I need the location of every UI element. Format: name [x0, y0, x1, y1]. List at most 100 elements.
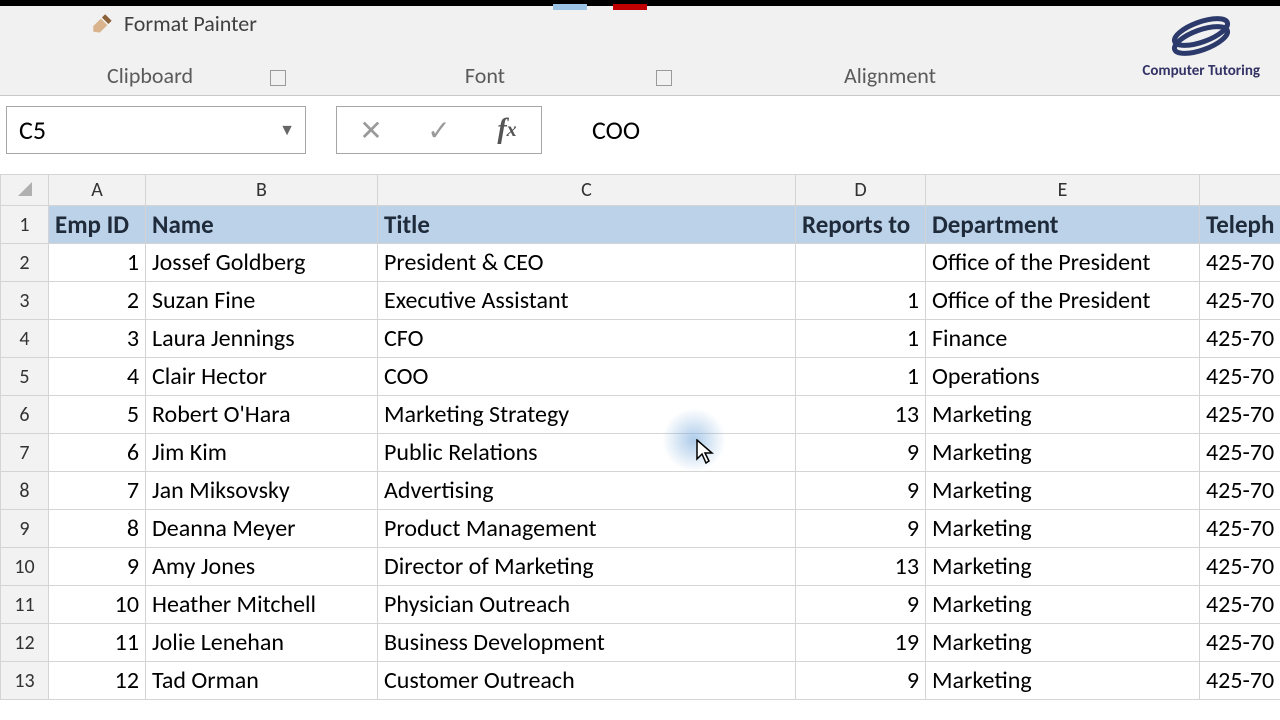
- cell-C4[interactable]: CFO: [378, 320, 796, 358]
- table-row[interactable]: 43Laura JenningsCFO1Finance425-70: [1, 320, 1280, 358]
- table-row[interactable]: 1110Heather MitchellPhysician Outreach9M…: [1, 586, 1280, 624]
- name-box[interactable]: C5 ▼: [6, 106, 306, 154]
- cell-C3[interactable]: Executive Assistant: [378, 282, 796, 320]
- cell-C13[interactable]: Customer Outreach: [378, 662, 796, 700]
- col-A-header[interactable]: A: [49, 175, 146, 206]
- clipboard-dialog-launcher-icon[interactable]: [270, 70, 286, 86]
- table-row[interactable]: 54Clair HectorCOO1Operations425-70: [1, 358, 1280, 396]
- cell-B10[interactable]: Amy Jones: [146, 548, 378, 586]
- table-row[interactable]: 21Jossef GoldbergPresident & CEO Office o…: [1, 244, 1280, 282]
- cell-B4[interactable]: Laura Jennings: [146, 320, 378, 358]
- cell-E7[interactable]: Marketing: [926, 434, 1200, 472]
- cell-F1[interactable]: Teleph: [1200, 206, 1280, 244]
- cell-E8[interactable]: Marketing: [926, 472, 1200, 510]
- cell-E9[interactable]: Marketing: [926, 510, 1200, 548]
- table-row[interactable]: 98Deanna MeyerProduct Management9Marketi…: [1, 510, 1280, 548]
- cell-F10[interactable]: 425-70: [1200, 548, 1280, 586]
- cell-D9[interactable]: 9: [796, 510, 926, 548]
- cell-E13[interactable]: Marketing: [926, 662, 1200, 700]
- cell-F11[interactable]: 425-70: [1200, 586, 1280, 624]
- cell-B9[interactable]: Deanna Meyer: [146, 510, 378, 548]
- row-3-header[interactable]: 3: [1, 282, 49, 320]
- cell-F3[interactable]: 425-70: [1200, 282, 1280, 320]
- col-D-header[interactable]: D: [796, 175, 926, 206]
- cell-D6[interactable]: 13: [796, 396, 926, 434]
- format-painter-button[interactable]: Format Painter: [90, 10, 257, 37]
- select-all-triangle[interactable]: [1, 175, 49, 206]
- cell-F8[interactable]: 425-70: [1200, 472, 1280, 510]
- table-row[interactable]: 87Jan MiksovskyAdvertising9Marketing425-…: [1, 472, 1280, 510]
- cell-E11[interactable]: Marketing: [926, 586, 1200, 624]
- cell-F4[interactable]: 425-70: [1200, 320, 1280, 358]
- formula-bar-input[interactable]: COO: [572, 106, 1274, 154]
- row-13-header[interactable]: 13: [1, 662, 49, 700]
- cell-E4[interactable]: Finance: [926, 320, 1200, 358]
- cell-A5[interactable]: 4: [49, 358, 146, 396]
- cell-E2[interactable]: Office of the President: [926, 244, 1200, 282]
- cell-A6[interactable]: 5: [49, 396, 146, 434]
- cell-B13[interactable]: Tad Orman: [146, 662, 378, 700]
- cell-D7[interactable]: 9: [796, 434, 926, 472]
- table-row[interactable]: 76Jim KimPublic Relations9Marketing425-7…: [1, 434, 1280, 472]
- cancel-formula-button[interactable]: ✕: [337, 113, 405, 148]
- cell-C6[interactable]: Marketing Strategy: [378, 396, 796, 434]
- cell-A7[interactable]: 6: [49, 434, 146, 472]
- row-1-header[interactable]: 1: [1, 206, 49, 244]
- cell-A2[interactable]: 1: [49, 244, 146, 282]
- col-E-header[interactable]: E: [926, 175, 1200, 206]
- table-row[interactable]: 1312Tad OrmanCustomer Outreach9Marketing…: [1, 662, 1280, 700]
- cell-F6[interactable]: 425-70: [1200, 396, 1280, 434]
- cell-D4[interactable]: 1: [796, 320, 926, 358]
- cell-E10[interactable]: Marketing: [926, 548, 1200, 586]
- cell-B1[interactable]: Name: [146, 206, 378, 244]
- cell-F5[interactable]: 425-70: [1200, 358, 1280, 396]
- font-color-swatch[interactable]: [613, 4, 647, 10]
- cell-A4[interactable]: 3: [49, 320, 146, 358]
- cell-B11[interactable]: Heather Mitchell: [146, 586, 378, 624]
- cell-E5[interactable]: Operations: [926, 358, 1200, 396]
- row-5-header[interactable]: 5: [1, 358, 49, 396]
- insert-function-button[interactable]: fx: [473, 114, 541, 146]
- cell-C1[interactable]: Title: [378, 206, 796, 244]
- table-row[interactable]: 109Amy JonesDirector of Marketing13Marke…: [1, 548, 1280, 586]
- cell-F12[interactable]: 425-70: [1200, 624, 1280, 662]
- worksheet-grid[interactable]: A B C D E 1Emp IDNameTitleReports toDepa…: [0, 174, 1280, 700]
- cell-A9[interactable]: 8: [49, 510, 146, 548]
- row-12-header[interactable]: 12: [1, 624, 49, 662]
- cell-E1[interactable]: Department: [926, 206, 1200, 244]
- cell-C2[interactable]: President & CEO: [378, 244, 796, 282]
- cell-A10[interactable]: 9: [49, 548, 146, 586]
- row-6-header[interactable]: 6: [1, 396, 49, 434]
- cell-D1[interactable]: Reports to: [796, 206, 926, 244]
- cell-E3[interactable]: Office of the President: [926, 282, 1200, 320]
- cell-B8[interactable]: Jan Miksovsky: [146, 472, 378, 510]
- cell-B12[interactable]: Jolie Lenehan: [146, 624, 378, 662]
- row-7-header[interactable]: 7: [1, 434, 49, 472]
- row-2-header[interactable]: 2: [1, 244, 49, 282]
- table-row[interactable]: 1211Jolie LenehanBusiness Development19M…: [1, 624, 1280, 662]
- column-header-row[interactable]: A B C D E: [1, 175, 1280, 206]
- table-row[interactable]: 32Suzan FineExecutive Assistant1Office o…: [1, 282, 1280, 320]
- cell-F9[interactable]: 425-70: [1200, 510, 1280, 548]
- fill-color-swatch[interactable]: [553, 4, 587, 10]
- cell-C12[interactable]: Business Development: [378, 624, 796, 662]
- cell-B2[interactable]: Jossef Goldberg: [146, 244, 378, 282]
- cell-C8[interactable]: Advertising: [378, 472, 796, 510]
- cell-B5[interactable]: Clair Hector: [146, 358, 378, 396]
- cell-C9[interactable]: Product Management: [378, 510, 796, 548]
- cell-C10[interactable]: Director of Marketing: [378, 548, 796, 586]
- cell-F2[interactable]: 425-70: [1200, 244, 1280, 282]
- cell-E6[interactable]: Marketing: [926, 396, 1200, 434]
- cell-C5[interactable]: COO: [378, 358, 796, 396]
- table-row[interactable]: 65Robert O'HaraMarketing Strategy13Marke…: [1, 396, 1280, 434]
- cell-A1[interactable]: Emp ID: [49, 206, 146, 244]
- cell-B6[interactable]: Robert O'Hara: [146, 396, 378, 434]
- cell-F13[interactable]: 425-70: [1200, 662, 1280, 700]
- row-4-header[interactable]: 4: [1, 320, 49, 358]
- cell-B7[interactable]: Jim Kim: [146, 434, 378, 472]
- cell-A12[interactable]: 11: [49, 624, 146, 662]
- cell-B3[interactable]: Suzan Fine: [146, 282, 378, 320]
- cell-D5[interactable]: 1: [796, 358, 926, 396]
- cell-D12[interactable]: 19: [796, 624, 926, 662]
- cell-A11[interactable]: 10: [49, 586, 146, 624]
